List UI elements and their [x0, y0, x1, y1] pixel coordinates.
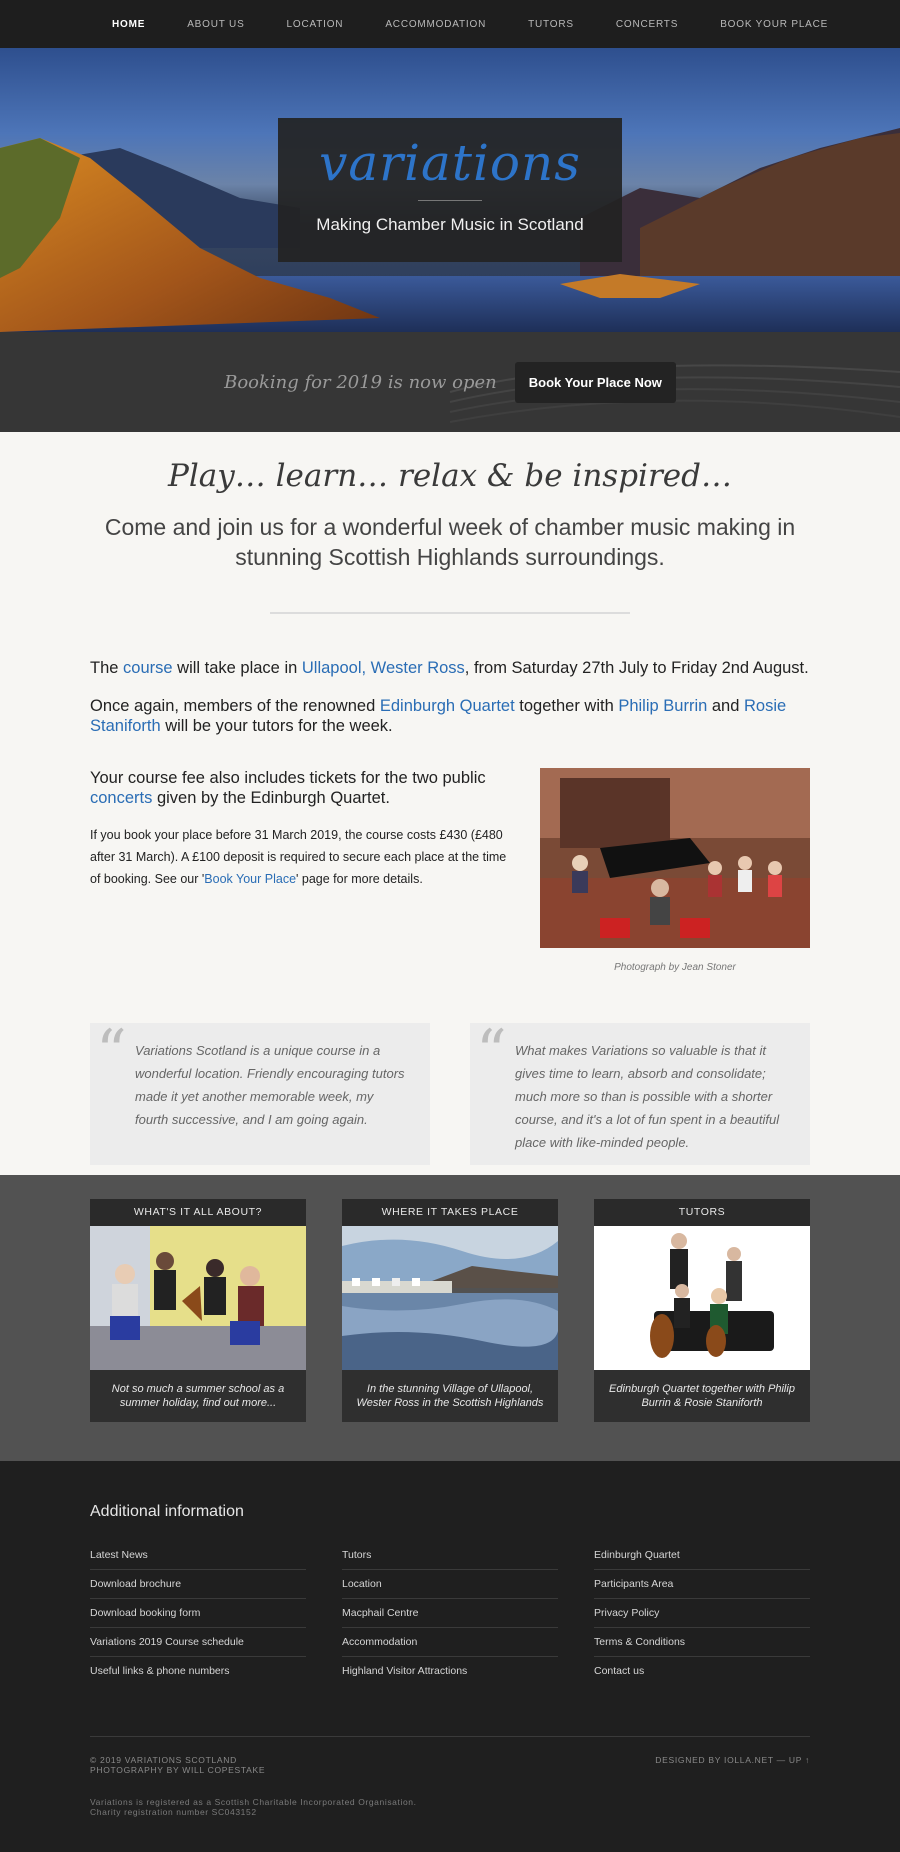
musicians-illustration	[90, 1226, 306, 1370]
top-nav: HOME ABOUT US LOCATION ACCOMMODATION TUT…	[0, 0, 900, 48]
feature-card-about[interactable]: WHAT'S IT ALL ABOUT? Not so much a summe…	[90, 1199, 306, 1461]
footer-link-download-booking-form[interactable]: Download booking form	[90, 1599, 306, 1628]
section-divider	[270, 612, 630, 614]
footer-link-useful-links[interactable]: Useful links & phone numbers	[90, 1657, 306, 1686]
book-now-button[interactable]: Book Your Place Now	[514, 361, 676, 403]
card-caption: Not so much a summer school as a summer …	[90, 1370, 306, 1422]
book-your-place-link[interactable]: Book Your Place	[204, 872, 296, 886]
intro-text: Come and join us for a wonderful week of…	[104, 514, 796, 570]
site-footer: Additional information Latest News Downl…	[0, 1461, 900, 1852]
legal-text: Variations is registered as a Scottish C…	[90, 1797, 810, 1817]
footer-column-2: Tutors Location Macphail Centre Accommod…	[342, 1541, 558, 1686]
card-caption: In the stunning Village of Ullapool, Wes…	[342, 1370, 558, 1422]
fee-section: Your course fee also includes tickets fo…	[90, 768, 810, 973]
footer-link-download-brochure[interactable]: Download brochure	[90, 1570, 306, 1599]
footer-link-tutors[interactable]: Tutors	[342, 1541, 558, 1570]
feature-band: WHAT'S IT ALL ABOUT? Not so much a summe…	[0, 1175, 900, 1461]
hero-title-box: variations Making Chamber Music in Scotl…	[278, 118, 622, 262]
quote-mark-icon: “	[96, 1017, 127, 1087]
page-headline: Play… learn… relax & be inspired…	[168, 458, 732, 494]
designed-by-up-link[interactable]: DESIGNED BY IOLLA.NET — UP ↑	[655, 1755, 810, 1775]
text: Once again, members of the renowned	[90, 697, 380, 715]
footer-bottom: © 2019 VARIATIONS SCOTLAND PHOTOGRAPHY B…	[90, 1755, 810, 1775]
course-link[interactable]: course	[123, 659, 173, 677]
footer-link-edinburgh-quartet[interactable]: Edinburgh Quartet	[594, 1541, 810, 1570]
fee-details: If you book your place before 31 March 2…	[90, 824, 510, 890]
card-title: TUTORS	[594, 1199, 810, 1226]
course-paragraph: The course will take place in Ullapool, …	[90, 658, 810, 678]
tutors-illustration	[594, 1226, 810, 1370]
nav-book-your-place[interactable]: BOOK YOUR PLACE	[720, 19, 828, 30]
testimonial-text: What makes Variations so valuable is tha…	[515, 1043, 780, 1150]
footer-column-3: Edinburgh Quartet Participants Area Priv…	[594, 1541, 810, 1686]
testimonial-text: Variations Scotland is a unique course i…	[135, 1043, 405, 1127]
footer-title: Additional information	[90, 1503, 244, 1520]
footer-link-contact-us[interactable]: Contact us	[594, 1657, 810, 1686]
hero-banner: variations Making Chamber Music in Scotl…	[0, 48, 900, 332]
photo-caption: Photograph by Jean Stoner	[614, 962, 736, 973]
nav-home[interactable]: HOME	[112, 19, 145, 30]
fee-lead: Your course fee also includes tickets fo…	[90, 768, 510, 808]
footer-divider	[90, 1736, 810, 1737]
card-caption: Edinburgh Quartet together with Philip B…	[594, 1370, 810, 1422]
quote-mark-icon: “	[476, 1017, 507, 1087]
text: The	[90, 659, 124, 677]
footer-link-participants-area[interactable]: Participants Area	[594, 1570, 810, 1599]
text: Your course fee also includes tickets fo…	[90, 769, 486, 787]
footer-link-columns: Latest News Download brochure Download b…	[90, 1541, 810, 1686]
footer-link-visitor-attractions[interactable]: Highland Visitor Attractions	[342, 1657, 558, 1686]
charity-status: Variations is registered as a Scottish C…	[90, 1797, 417, 1807]
text: , from Saturday 27th July to Friday 2nd …	[464, 659, 809, 677]
ullapool-link[interactable]: Ullapool, Wester Ross	[302, 659, 465, 677]
nav-location[interactable]: LOCATION	[287, 19, 344, 30]
tutors-paragraph: Once again, members of the renowned Edin…	[90, 696, 810, 736]
nav-accommodation[interactable]: ACCOMMODATION	[385, 19, 486, 30]
ullapool-photo[interactable]	[342, 1226, 558, 1370]
testimonials: “ Variations Scotland is a unique course…	[90, 1017, 810, 1165]
booking-strip: Booking for 2019 is now open Book Your P…	[0, 332, 900, 432]
text: will take place in	[172, 659, 302, 677]
nav-about-us[interactable]: ABOUT US	[187, 19, 244, 30]
concert-photo[interactable]	[540, 768, 810, 948]
footer-link-latest-news[interactable]: Latest News	[90, 1541, 306, 1570]
edinburgh-quartet-link[interactable]: Edinburgh Quartet	[380, 697, 515, 715]
footer-link-location[interactable]: Location	[342, 1570, 558, 1599]
nav-tutors[interactable]: TUTORS	[528, 19, 574, 30]
footer-link-macphail-centre[interactable]: Macphail Centre	[342, 1599, 558, 1628]
footer-link-privacy-policy[interactable]: Privacy Policy	[594, 1599, 810, 1628]
concert-photo-illustration	[540, 768, 810, 948]
tutors-photo[interactable]	[594, 1226, 810, 1370]
musicians-photo[interactable]	[90, 1226, 306, 1370]
card-title: WHERE IT TAKES PLACE	[342, 1199, 558, 1226]
text: ' page for more details.	[296, 872, 423, 886]
footer-link-accommodation[interactable]: Accommodation	[342, 1628, 558, 1657]
footer-column-1: Latest News Download brochure Download b…	[90, 1541, 306, 1686]
concerts-link[interactable]: concerts	[90, 789, 152, 807]
site-logo[interactable]: variations	[278, 134, 622, 192]
testimonial-quote: “ Variations Scotland is a unique course…	[90, 1017, 430, 1165]
footer-link-terms[interactable]: Terms & Conditions	[594, 1628, 810, 1657]
fee-text: Your course fee also includes tickets fo…	[90, 768, 510, 973]
footer-link-course-schedule[interactable]: Variations 2019 Course schedule	[90, 1628, 306, 1657]
philip-burrin-link[interactable]: Philip Burrin	[618, 697, 707, 715]
feature-card-tutors[interactable]: TUTORS Edinburgh Quartet together with P…	[594, 1199, 810, 1461]
hero-tagline: Making Chamber Music in Scotland	[316, 215, 584, 234]
photography-credit: PHOTOGRAPHY BY WILL COPESTAKE	[90, 1765, 266, 1775]
ullapool-illustration	[342, 1226, 558, 1370]
main-content: Play… learn… relax & be inspired… Come a…	[0, 432, 900, 1175]
feature-card-location[interactable]: WHERE IT TAKES PLACE In the stunning Vil…	[342, 1199, 558, 1461]
text: and	[707, 697, 744, 715]
testimonial-quote: “ What makes Variations so valuable is t…	[470, 1017, 810, 1165]
card-title: WHAT'S IT ALL ABOUT?	[90, 1199, 306, 1226]
hero-divider	[418, 200, 482, 201]
text: will be your tutors for the week.	[160, 717, 393, 735]
nav-concerts[interactable]: CONCERTS	[616, 19, 678, 30]
footer-credits: © 2019 VARIATIONS SCOTLAND PHOTOGRAPHY B…	[90, 1755, 265, 1775]
charity-number: Charity registration number SC043152	[90, 1807, 257, 1817]
booking-open-text: Booking for 2019 is now open	[224, 371, 497, 393]
text: given by the Edinburgh Quartet.	[152, 789, 390, 807]
text: together with	[514, 697, 619, 715]
copyright-text: © 2019 VARIATIONS SCOTLAND	[90, 1755, 237, 1765]
photo-column: Photograph by Jean Stoner	[540, 768, 810, 973]
